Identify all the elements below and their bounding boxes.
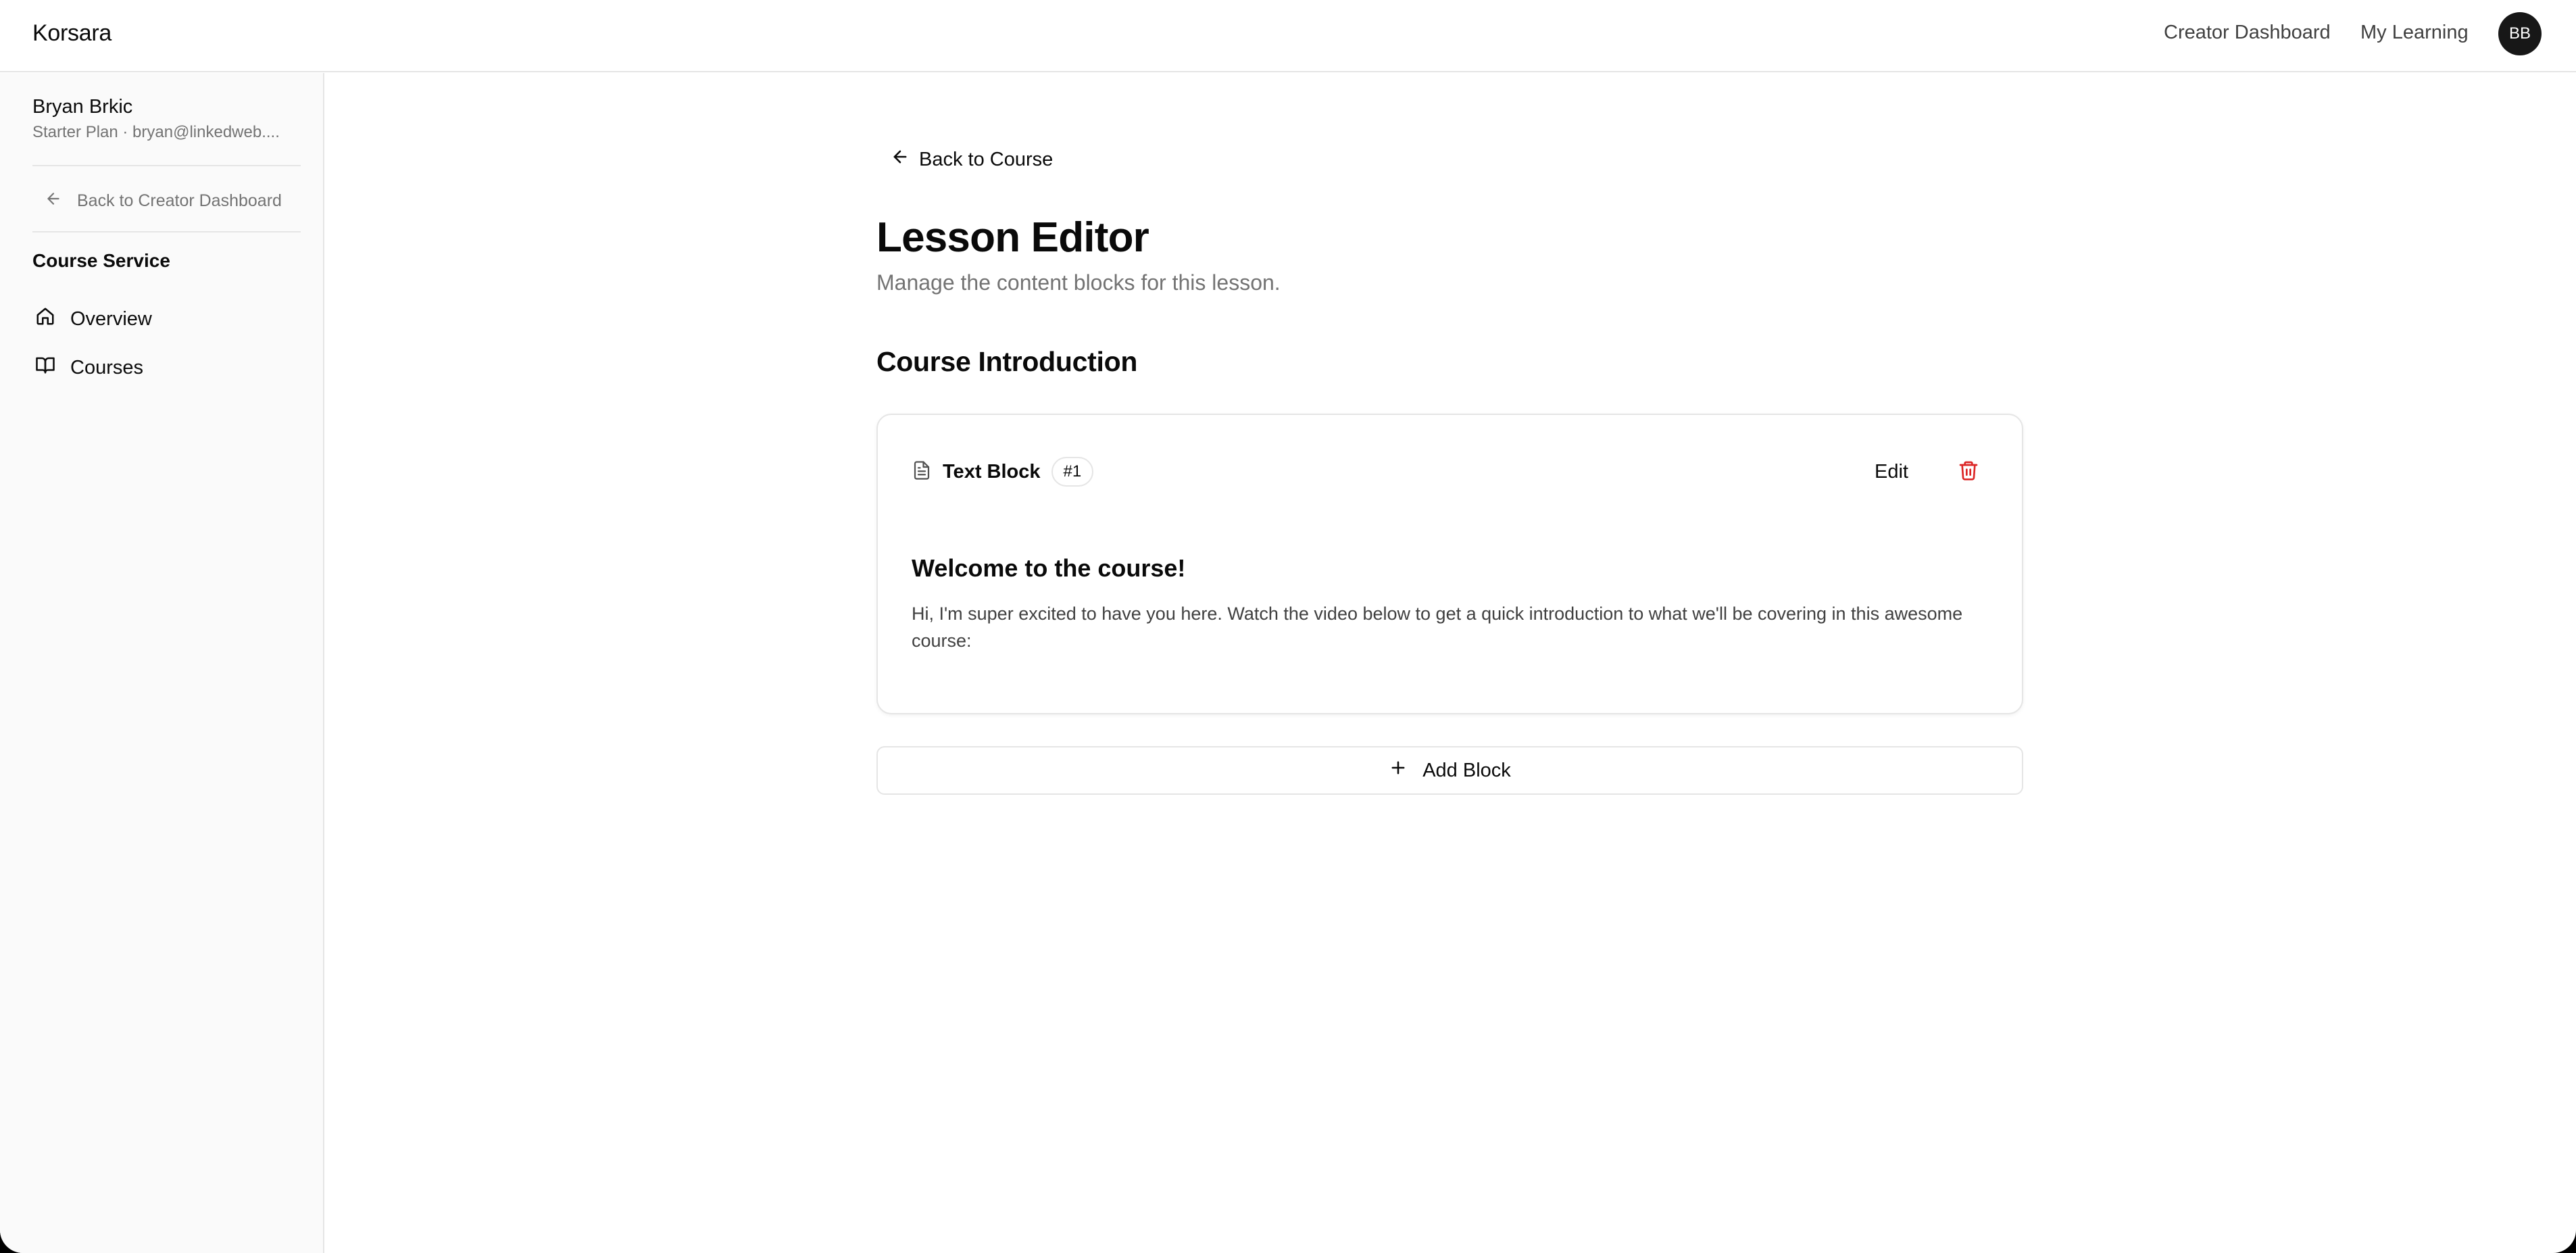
block-index-badge: #1: [1051, 457, 1094, 487]
home-icon: [32, 306, 70, 332]
top-navbar: Korsara Creator Dashboard My Learning BB: [0, 0, 2576, 72]
sidebar-item-label: Overview: [70, 308, 152, 330]
sidebar-section-title: Course Service: [32, 250, 170, 271]
trash-icon: [1958, 460, 1979, 485]
user-avatar[interactable]: BB: [2498, 12, 2542, 55]
nav-creator-dashboard[interactable]: Creator Dashboard: [2164, 22, 2331, 44]
back-to-creator-dashboard-link[interactable]: Back to Creator Dashboard: [45, 188, 282, 214]
page: Korsara Creator Dashboard My Learning BB…: [0, 0, 2576, 1253]
sidebar-divider: [32, 231, 301, 232]
sidebar-user-name: Bryan Brkic: [32, 96, 133, 118]
arrow-left-icon: [891, 147, 919, 172]
page-title: Lesson Editor: [876, 214, 1149, 261]
block-heading: Welcome to the course!: [912, 554, 1186, 582]
sidebar-item-courses[interactable]: Courses: [32, 349, 309, 387]
sidebar: Bryan Brkic Starter Plan · bryan@linkedw…: [0, 73, 324, 1253]
brand-logo[interactable]: Korsara: [32, 20, 112, 47]
book-open-icon: [32, 355, 70, 380]
back-to-course-label: Back to Course: [919, 148, 1054, 170]
sidebar-item-overview[interactable]: Overview: [32, 300, 309, 338]
sidebar-item-label: Courses: [70, 356, 143, 378]
block-type-label: Text Block: [943, 460, 1041, 483]
add-block-label: Add Block: [1422, 759, 1511, 781]
delete-block-button[interactable]: [1952, 456, 1985, 488]
content-block-card: Text Block #1 Edit Welcome to the course…: [876, 414, 2023, 714]
back-to-course-button[interactable]: Back to Course: [891, 145, 1053, 174]
add-block-button[interactable]: Add Block: [876, 746, 2023, 795]
block-header: Text Block #1: [912, 456, 1094, 488]
sidebar-divider: [32, 165, 301, 166]
block-body-text: Hi, I'm super excited to have you here. …: [912, 604, 1963, 651]
plus-icon: [1389, 758, 1422, 783]
sidebar-user-plan: Starter Plan · bryan@linkedweb....: [32, 123, 280, 141]
app-frame: Korsara Creator Dashboard My Learning BB…: [0, 0, 2576, 1253]
file-text-icon: [912, 460, 932, 484]
edit-block-button[interactable]: Edit: [1875, 456, 1908, 488]
lesson-title: Course Introduction: [876, 346, 1138, 377]
nav-my-learning[interactable]: My Learning: [2360, 22, 2469, 44]
page-subtitle: Manage the content blocks for this lesso…: [876, 270, 1281, 295]
back-to-creator-dashboard-label: Back to Creator Dashboard: [77, 191, 282, 210]
arrow-left-icon: [45, 190, 77, 212]
